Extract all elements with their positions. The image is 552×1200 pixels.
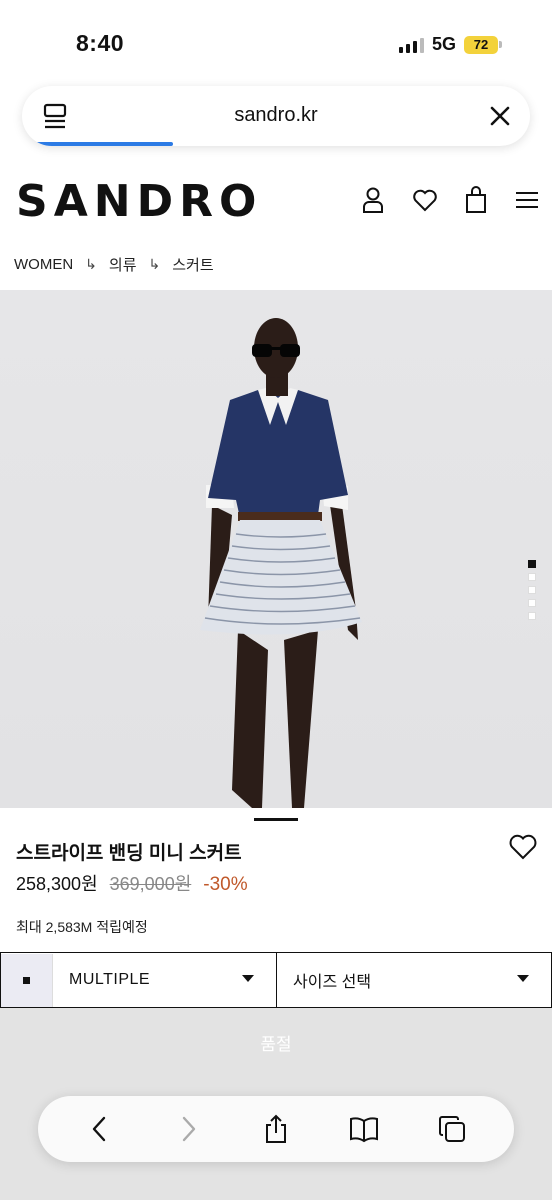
status-bar: 8:40 5G 72 (0, 0, 552, 78)
gallery-dot[interactable] (528, 612, 536, 620)
size-select[interactable]: 사이즈 선택 (277, 952, 552, 1008)
forward-button[interactable] (168, 1109, 208, 1149)
gallery-dot[interactable] (528, 599, 536, 607)
status-time: 8:40 (76, 30, 125, 56)
signal-icon (398, 37, 424, 53)
size-placeholder: 사이즈 선택 (293, 974, 372, 991)
breadcrumb-item-skirt[interactable]: 스커트 (172, 254, 213, 275)
gallery-dot-active[interactable] (528, 560, 536, 568)
price-current: 258,300원 (16, 874, 98, 894)
slider-indicator (254, 818, 298, 821)
color-swatch (1, 953, 53, 1007)
bag-icon[interactable] (464, 186, 488, 214)
soldout-label: 품절 (260, 1035, 292, 1054)
model-photo (200, 318, 362, 808)
option-selectors: MULTIPLE 사이즈 선택 (0, 952, 552, 1008)
product-image[interactable] (0, 290, 552, 808)
tabs-overview-button[interactable] (432, 1109, 472, 1149)
address-bar[interactable]: sandro.kr (22, 86, 530, 146)
url-text[interactable]: sandro.kr (22, 104, 530, 127)
bookmarks-icon (350, 1117, 378, 1143)
browser-toolbar (38, 1096, 514, 1162)
bookmarks-button[interactable] (344, 1109, 384, 1149)
tabs-overview-icon (439, 1116, 465, 1142)
network-type: 5G (431, 34, 456, 54)
heart-icon[interactable] (412, 187, 438, 213)
heart-icon[interactable] (508, 832, 538, 862)
chevron-down-icon (242, 975, 254, 982)
breadcrumb-arrow-icon: ↳ (148, 256, 161, 272)
breadcrumb-arrow-icon: ↳ (85, 256, 97, 272)
discount-badge: -30% (203, 874, 248, 895)
gallery-dot[interactable] (528, 573, 536, 581)
color-value: MULTIPLE (69, 971, 151, 988)
account-icon[interactable] (360, 186, 386, 214)
back-icon (92, 1116, 106, 1142)
forward-icon (182, 1116, 196, 1142)
breadcrumb: WOMEN ↳ 의류 ↳ 스커트 (14, 254, 214, 275)
color-select[interactable]: MULTIPLE (0, 952, 277, 1008)
battery-level: 72 (464, 35, 498, 54)
close-icon[interactable] (484, 100, 516, 132)
chevron-down-icon (517, 975, 529, 982)
price-row: 258,300원 369,000원 -30% (16, 870, 248, 896)
site-logo[interactable]: SANDRO (16, 176, 262, 227)
share-button[interactable] (256, 1109, 296, 1149)
product-name: 스트라이프 밴딩 미니 스커트 (16, 843, 242, 864)
header-actions (360, 186, 540, 214)
status-indicators: 5G 72 (398, 34, 502, 55)
price-original: 369,000원 (109, 874, 192, 894)
breadcrumb-item-clothing[interactable]: 의류 (109, 254, 137, 275)
breadcrumb-item-women[interactable]: WOMEN (14, 256, 73, 273)
load-progress-bar (36, 142, 174, 146)
points-info: 최대 2,583M 적립예정 (16, 919, 148, 935)
gallery-dot[interactable] (528, 586, 536, 594)
menu-icon[interactable] (514, 189, 540, 211)
share-icon (266, 1114, 286, 1143)
battery-icon: 72 (464, 35, 502, 54)
gallery-pagination (528, 560, 536, 620)
back-button[interactable] (80, 1109, 120, 1149)
